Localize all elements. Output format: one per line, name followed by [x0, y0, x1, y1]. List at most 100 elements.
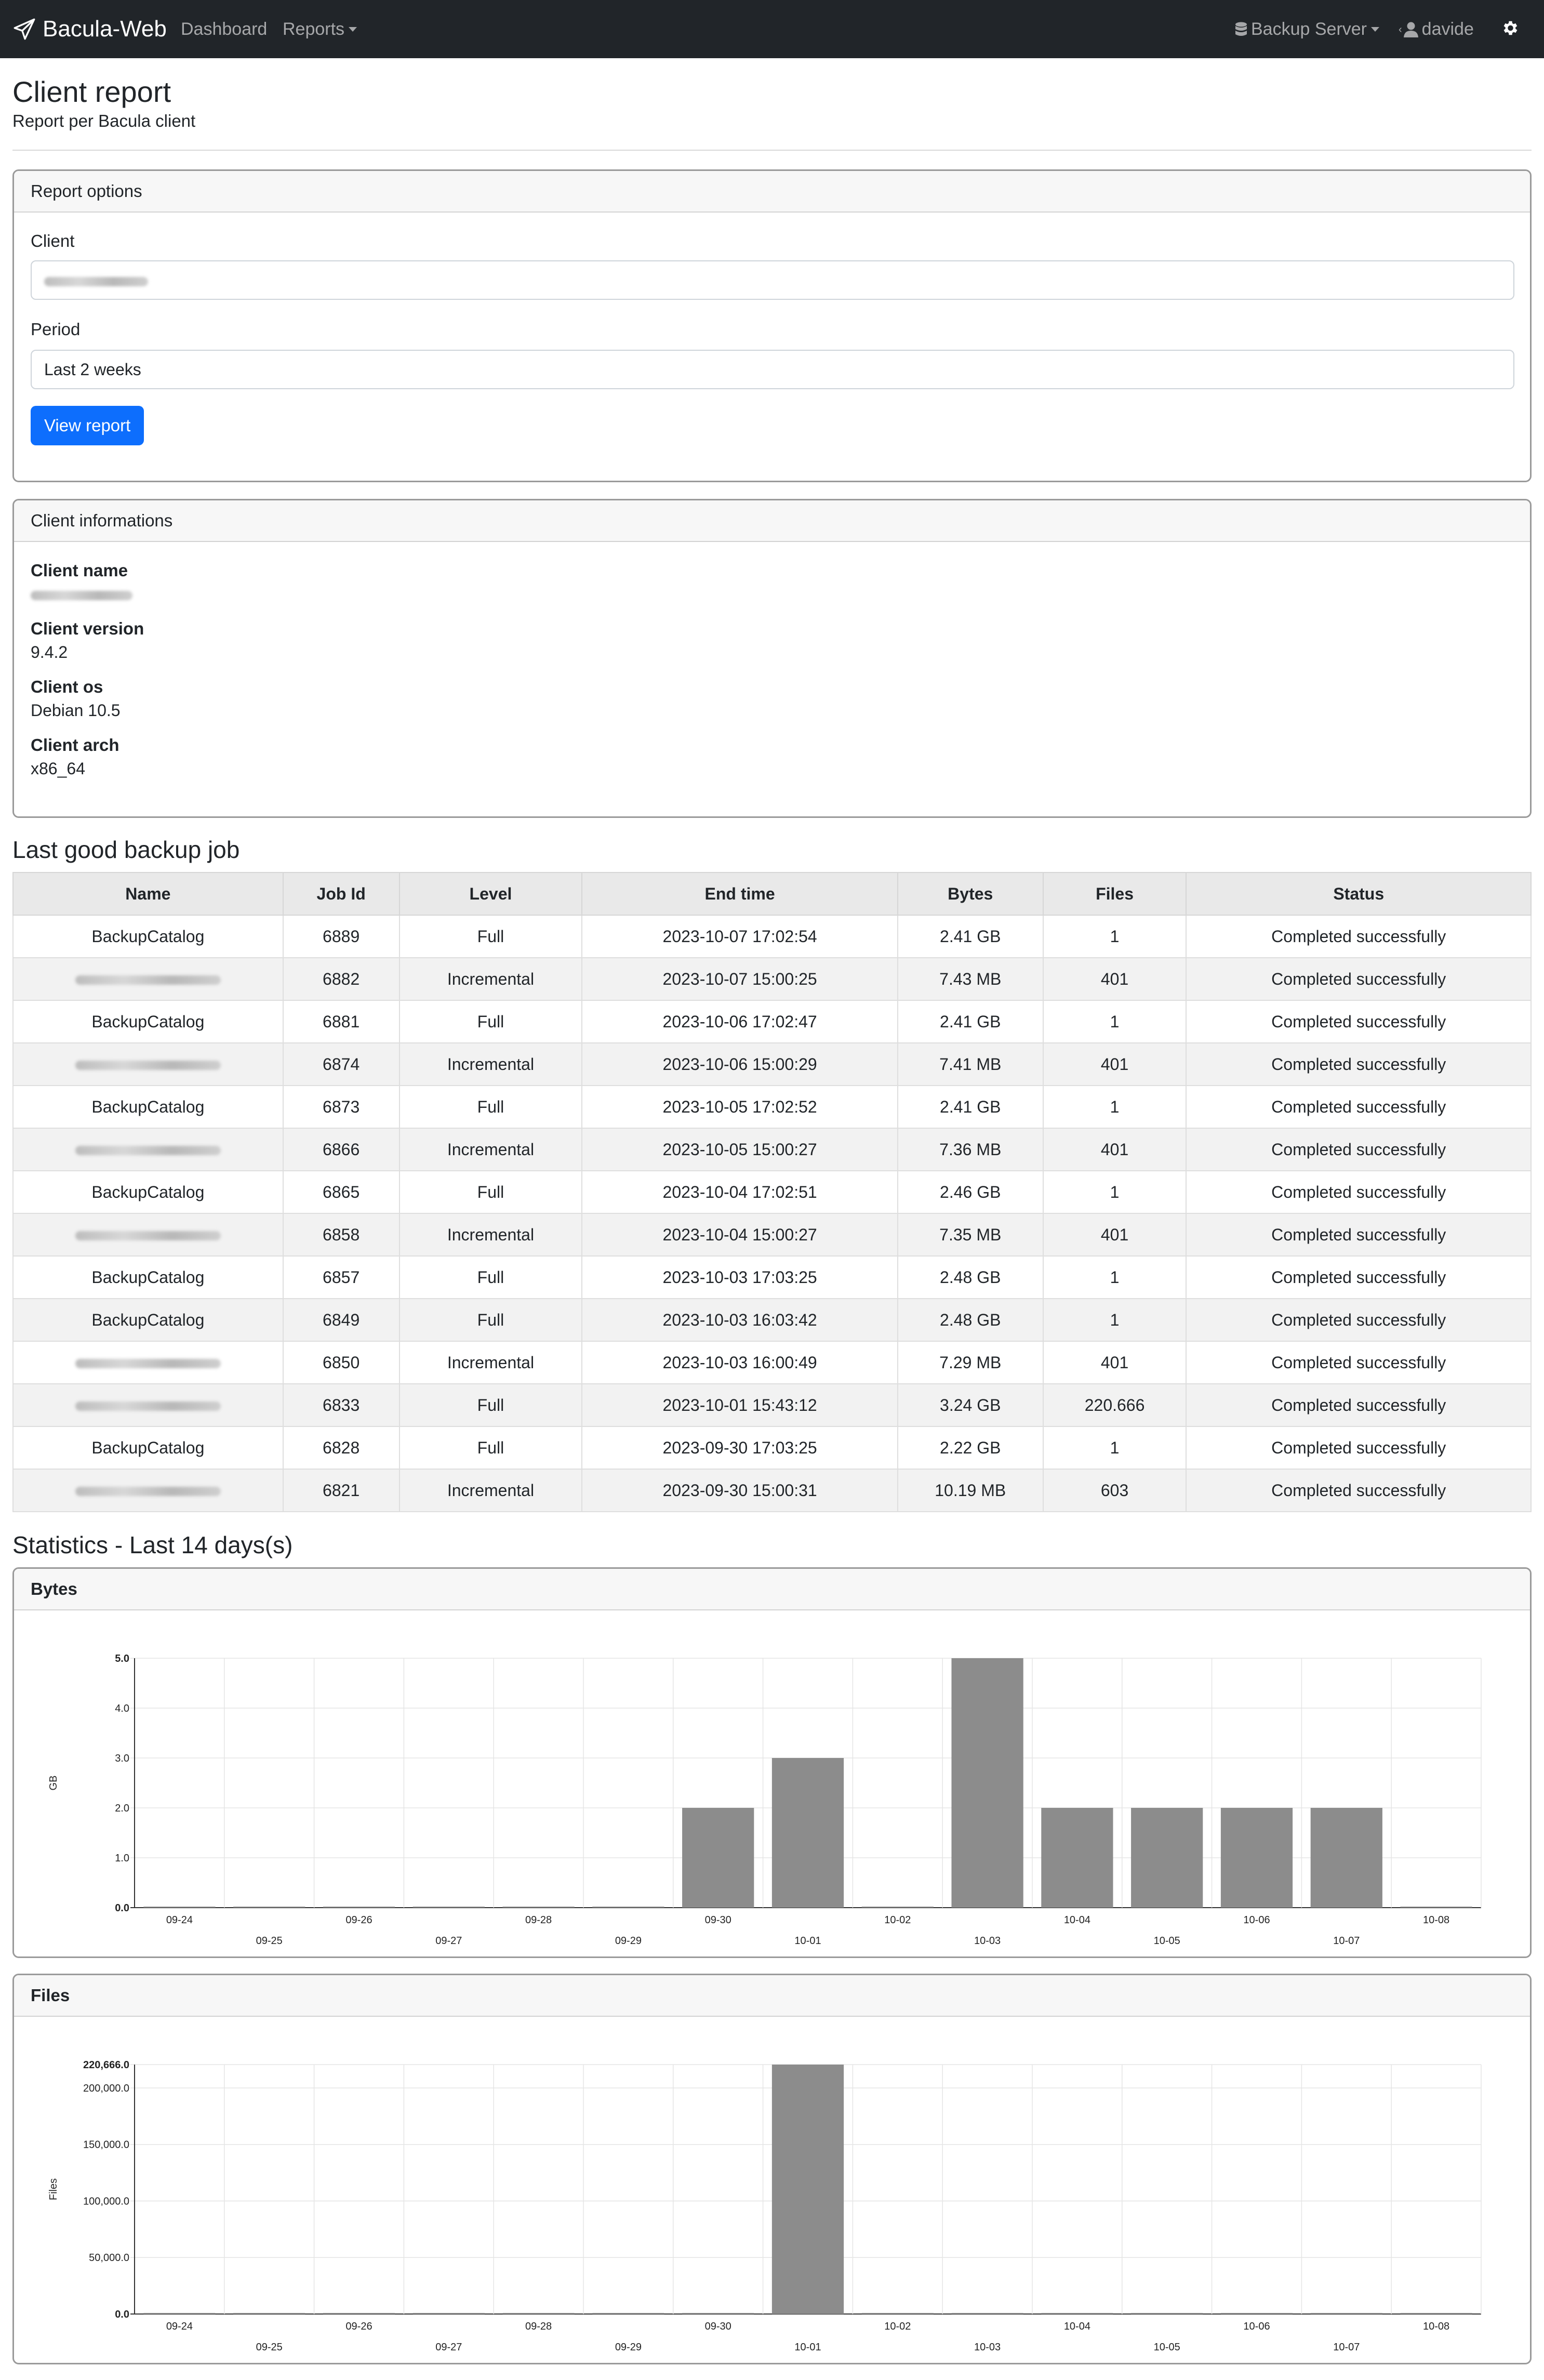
job-id-cell: 6881	[282, 1000, 400, 1043]
job-name-cell	[12, 1128, 284, 1171]
table-row: BackupCatalog 6889 Full 2023-10-07 17:02:54…	[12, 915, 1532, 958]
job-name-cell: BackupCatalog	[12, 1298, 284, 1342]
x-tick-label: 10-08	[1423, 2321, 1449, 2332]
job-bytes-cell: 2.41 GB	[897, 915, 1044, 958]
x-tick-label: 10-03	[974, 2342, 1001, 2353]
top-navbar: Bacula-Web Dashboard Reports Backup Serv…	[0, 0, 1544, 58]
report-options-header: Report options	[14, 171, 1530, 213]
period-label: Period	[31, 320, 81, 339]
job-end-time-cell: 2023-10-03 16:03:42	[581, 1298, 898, 1342]
job-status-cell: Completed successfully	[1186, 1128, 1532, 1171]
job-name-blurred	[75, 1401, 221, 1411]
client-name-value	[31, 585, 132, 604]
job-files-cell: 1	[1042, 1255, 1187, 1299]
chart-bar	[1220, 2313, 1293, 2314]
database-icon	[1235, 22, 1247, 36]
user-menu[interactable]: ‹ davide	[1399, 18, 1474, 41]
chart-bar	[323, 2313, 395, 2314]
job-name-blurred	[75, 1231, 221, 1241]
job-level-cell: Full	[398, 1383, 583, 1427]
client-arch-label: Client arch	[31, 735, 119, 755]
job-end-time-cell: 2023-09-30 15:00:31	[581, 1469, 898, 1512]
page-subtitle: Report per Bacula client	[12, 111, 196, 130]
y-tick-label: 100,000.0	[83, 2196, 129, 2207]
client-os-label: Client os	[31, 677, 103, 696]
x-tick-label: 09-25	[256, 1935, 283, 1947]
job-end-time-cell: 2023-09-30 17:03:25	[581, 1426, 898, 1470]
job-name-cell: BackupCatalog	[12, 1426, 284, 1470]
chart-bar	[412, 1907, 485, 1908]
job-name-blurred	[75, 975, 221, 985]
backup-server-dropdown[interactable]: Backup Server	[1234, 18, 1379, 41]
files-bar-chart: 0.0 50,000.0 100,000.0 150,000.0 200,000.0 22…	[48, 2059, 1482, 2353]
job-files-cell: 603	[1042, 1469, 1187, 1512]
last-jobs-table: Name Job Id Level End time Bytes Files Status …	[12, 872, 1532, 1512]
x-tick-label: 09-27	[435, 2342, 462, 2353]
job-name-cell	[12, 1469, 284, 1512]
x-tick-label: 10-01	[794, 1935, 821, 1947]
chart-bar	[1400, 1907, 1472, 1908]
client-name-label: Client name	[31, 561, 128, 580]
job-files-cell: 401	[1042, 1042, 1187, 1086]
x-tick-label: 10-05	[1154, 2342, 1180, 2353]
nav-dashboard-link[interactable]: Dashboard	[181, 18, 267, 41]
y-tick-label: 0.0	[115, 2309, 129, 2320]
job-bytes-cell: 2.48 GB	[897, 1255, 1044, 1299]
job-status-cell: Completed successfully	[1186, 1341, 1532, 1384]
job-name-cell	[12, 957, 284, 1001]
job-bytes-cell: 2.22 GB	[897, 1426, 1044, 1470]
job-id-cell: 6833	[282, 1383, 400, 1427]
view-report-button[interactable]: View report	[31, 406, 144, 445]
bytes-bar-chart: 0.0 1.0 2.0 3.0 4.0 5.0 09-24 09-25 09-26 09-27 09…	[48, 1653, 1482, 1947]
job-bytes-cell: 2.46 GB	[897, 1170, 1044, 1214]
chart-bar	[1041, 2313, 1113, 2314]
y-tick-label: 4.0	[115, 1703, 129, 1714]
report-options-card: Report options Client Period Last 2 week…	[12, 169, 1532, 482]
client-select[interactable]	[31, 260, 1514, 300]
chart-bar	[412, 2313, 485, 2314]
job-status-cell: Completed successfully	[1186, 1298, 1532, 1342]
table-row: 6866 Incremental 2023-10-05 15:00:27 7.36 M…	[12, 1128, 1532, 1171]
job-bytes-cell: 10.19 MB	[897, 1469, 1044, 1512]
table-row: BackupCatalog 6828 Full 2023-09-30 17:03:25…	[12, 1426, 1532, 1470]
y-tick-label: 3.0	[115, 1753, 129, 1764]
client-select-value-blurred	[44, 276, 148, 286]
job-id-cell: 6828	[282, 1426, 400, 1470]
x-tick-label: 10-03	[974, 1935, 1001, 1947]
nav-reports-dropdown[interactable]: Reports	[283, 18, 357, 41]
y-tick-label: 1.0	[115, 1853, 129, 1864]
paper-plane-icon	[14, 18, 35, 40]
job-status-cell: Completed successfully	[1186, 1469, 1532, 1512]
column-header: Name	[12, 872, 284, 916]
job-name-cell	[12, 1042, 284, 1086]
x-tick-label: 10-04	[1064, 2321, 1090, 2332]
period-select[interactable]: Last 2 weeks	[31, 350, 1514, 389]
job-name-cell: BackupCatalog	[12, 1170, 284, 1214]
job-files-cell: 220.666	[1042, 1383, 1187, 1427]
job-status-cell: Completed successfully	[1186, 1085, 1532, 1129]
chart-bar	[143, 1907, 216, 1908]
chart-bar	[861, 2313, 934, 2314]
chevron-down-icon	[1371, 27, 1379, 32]
job-name-blurred	[75, 1061, 221, 1070]
chart-bar	[143, 2313, 216, 2314]
bytes-chart-header: Bytes	[14, 1569, 1530, 1610]
job-level-cell: Incremental	[398, 957, 583, 1001]
job-bytes-cell: 2.41 GB	[897, 1085, 1044, 1129]
job-name-blurred	[75, 1359, 221, 1369]
job-files-cell: 401	[1042, 1213, 1187, 1257]
job-id-cell: 6873	[282, 1085, 400, 1129]
job-name-cell: BackupCatalog	[12, 1000, 284, 1043]
table-row: BackupCatalog 6873 Full 2023-10-05 17:02:52…	[12, 1085, 1532, 1129]
x-tick-label: 09-30	[705, 1914, 731, 1926]
job-files-cell: 1	[1042, 1426, 1187, 1470]
x-tick-label: 10-07	[1333, 1935, 1360, 1947]
job-name-cell	[12, 1341, 284, 1384]
brand-link[interactable]: Bacula-Web	[11, 12, 167, 46]
job-end-time-cell: 2023-10-05 15:00:27	[581, 1128, 898, 1171]
settings-button[interactable]	[1500, 19, 1521, 39]
job-end-time-cell: 2023-10-04 17:02:51	[581, 1170, 898, 1214]
y-axis-label: GB	[48, 1776, 59, 1791]
job-id-cell: 6889	[282, 915, 400, 958]
job-files-cell: 401	[1042, 957, 1187, 1001]
